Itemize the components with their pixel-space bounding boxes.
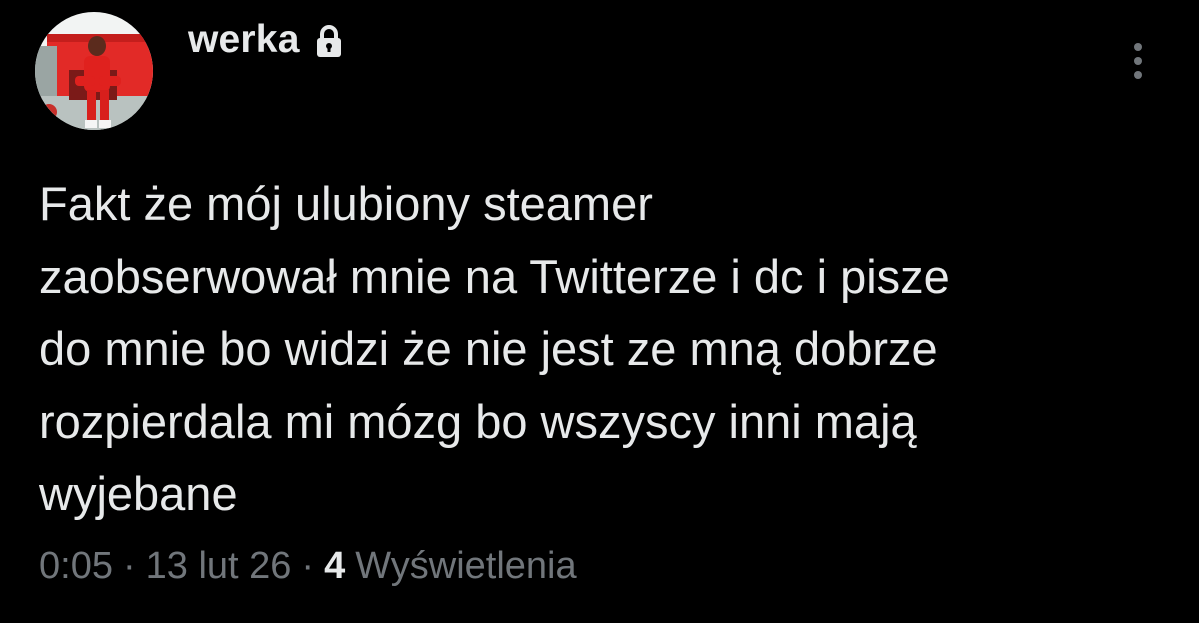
meta-separator: · (301, 545, 315, 587)
views-count[interactable]: 4 (324, 545, 345, 588)
views-label[interactable]: Wyświetlenia (355, 545, 576, 588)
author-name-row[interactable]: werka (188, 18, 344, 62)
tweet-time[interactable]: 0:05 (39, 545, 113, 588)
meta-separator: · (122, 545, 136, 587)
tweet-date[interactable]: 13 lut 26 (146, 545, 292, 588)
author-display-name[interactable]: werka (188, 18, 300, 62)
lock-icon (314, 24, 344, 58)
more-options-button[interactable] (1120, 38, 1156, 84)
more-vertical-icon-dot (1134, 57, 1142, 65)
more-vertical-icon (1134, 43, 1142, 51)
avatar-image (35, 12, 153, 130)
more-vertical-icon-dot (1134, 71, 1142, 79)
tweet-meta: 0:05 · 13 lut 26 · 4 Wyświetlenia (39, 545, 577, 588)
tweet-text: Fakt że mój ulubiony steamer zaobserwowa… (39, 177, 950, 520)
avatar[interactable] (35, 12, 153, 130)
